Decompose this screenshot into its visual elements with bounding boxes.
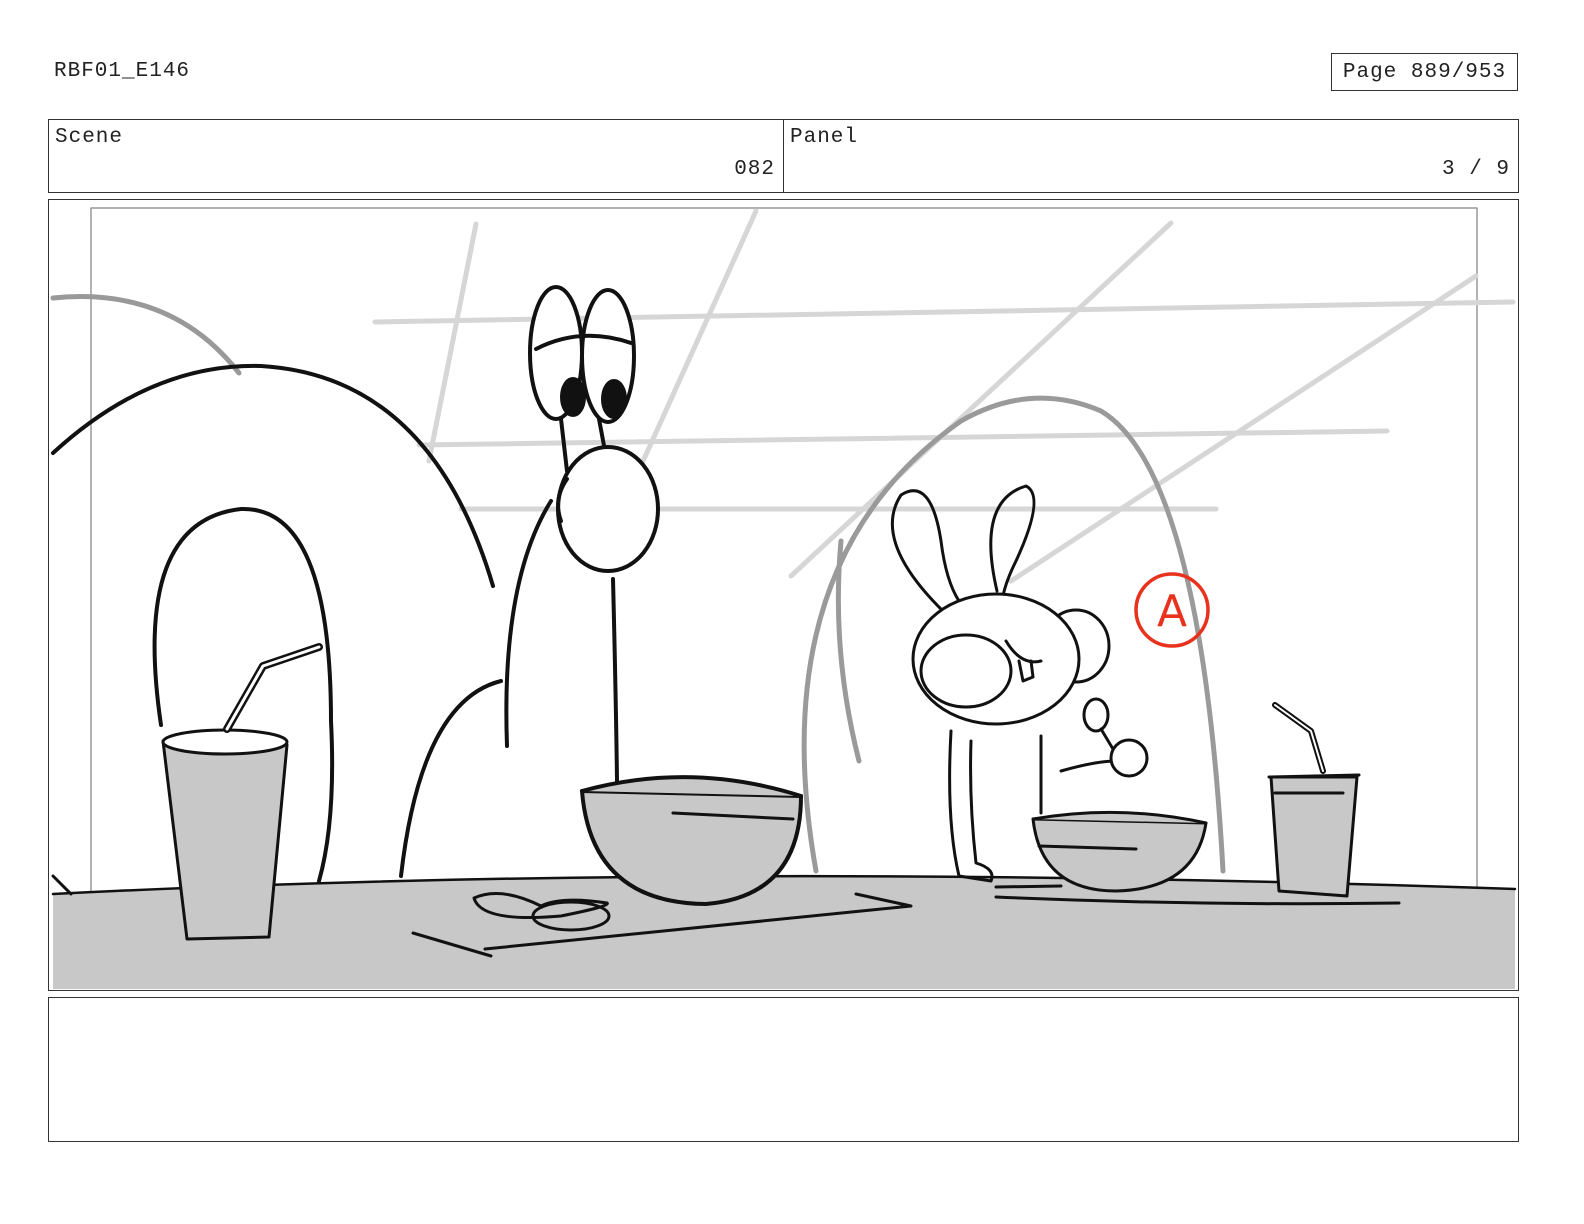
dialogue-notes-box: [48, 997, 1519, 1142]
scene-panel-table: Scene 082 Panel 3 / 9: [48, 119, 1519, 193]
scene-number: 082: [734, 158, 775, 181]
page-counter: Page 889/953: [1331, 53, 1518, 91]
background-shell-arc: [50, 294, 242, 376]
episode-code: RBF01_E146: [54, 60, 191, 83]
panel-number: 3 / 9: [1441, 158, 1510, 181]
table-mark: [51, 874, 73, 896]
scene-label: Scene: [55, 126, 124, 149]
right-cup: [1267, 702, 1361, 898]
snail-body: [504, 417, 660, 783]
storyboard-drawing: A: [50, 207, 1517, 989]
panel-label: Panel: [790, 126, 859, 149]
snail-eyes: [528, 285, 636, 424]
storyboard-panel: A: [48, 199, 1519, 991]
annotation-mark: A: [1134, 572, 1210, 648]
annotation-letter: A: [1157, 586, 1187, 637]
scene-cell: Scene 082: [49, 120, 783, 192]
panel-cell: Panel 3 / 9: [783, 120, 1518, 192]
